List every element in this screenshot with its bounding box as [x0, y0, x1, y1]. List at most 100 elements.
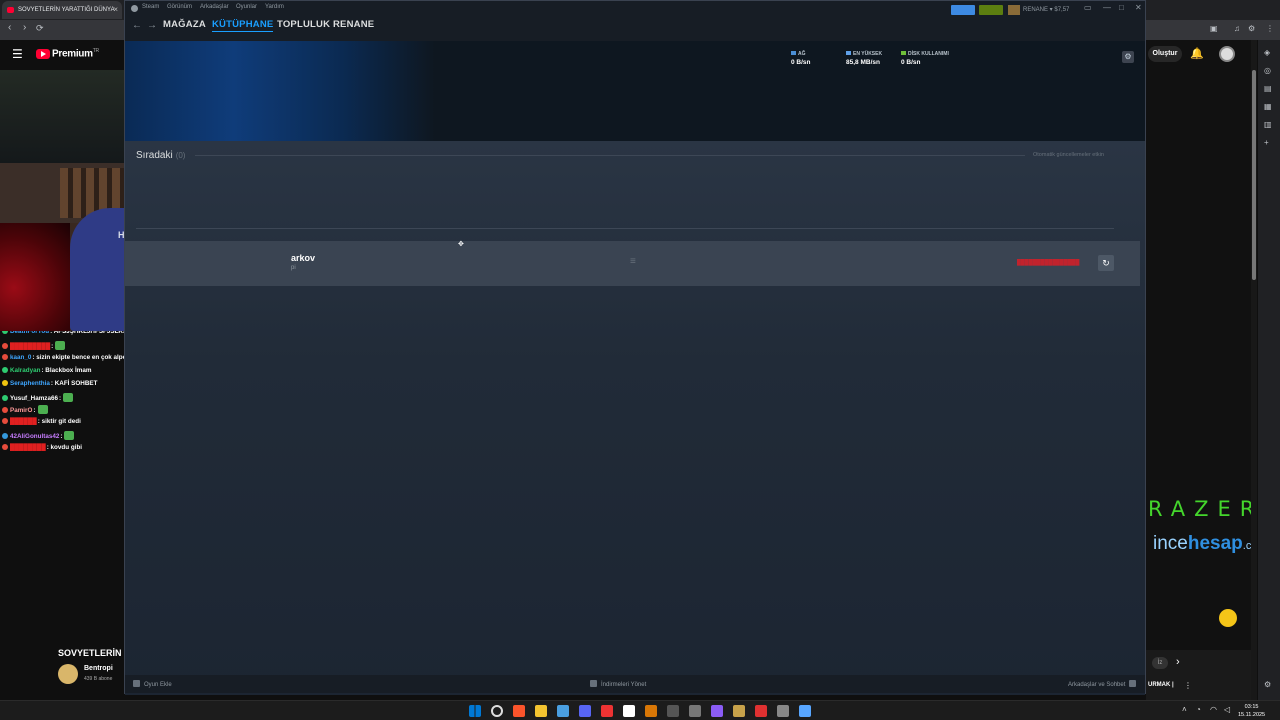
taskbar-app-icon[interactable]: [491, 705, 503, 717]
announcements-button[interactable]: [951, 5, 975, 15]
youtube-logo-icon[interactable]: [36, 49, 50, 59]
menu-view[interactable]: Görünüm: [167, 4, 192, 10]
menu-games[interactable]: Oyunlar: [236, 4, 257, 10]
chat-username[interactable]: Seraphenthia: [10, 380, 50, 387]
sidebar-settings-icon[interactable]: ⚙: [1264, 680, 1271, 689]
browser-menu-icon[interactable]: ⋮: [1266, 24, 1274, 33]
tab-library[interactable]: KÜTÜPHANE: [212, 19, 274, 32]
browser-extension-icon[interactable]: ▣: [1210, 24, 1218, 33]
manage-downloads-button[interactable]: İndirmeleri Yönet: [590, 680, 646, 688]
tray-clock[interactable]: 03:15 15.11.2025: [1238, 703, 1265, 719]
menu-friends[interactable]: Arkadaşlar: [200, 4, 229, 10]
youtube-premium-logo[interactable]: PremiumTR: [52, 48, 99, 59]
chat-username[interactable]: ████████: [10, 444, 46, 451]
notifications-button[interactable]: [979, 5, 1003, 15]
pill-button[interactable]: İz: [1152, 657, 1168, 669]
scrollbar-thumb[interactable]: [1252, 70, 1256, 280]
channel-name[interactable]: Bentropi: [84, 665, 113, 672]
chat-username[interactable]: PamirO: [10, 407, 32, 414]
forward-arrow-icon[interactable]: →: [147, 20, 157, 31]
create-button[interactable]: Oluştur: [1148, 46, 1182, 62]
sidebar-collections-icon[interactable]: ◎: [1264, 66, 1271, 75]
chat-username[interactable]: 42AliGonultas42: [10, 433, 59, 440]
music-icon[interactable]: ♫: [1234, 24, 1240, 33]
taskbar-app-icon[interactable]: [579, 705, 591, 717]
sidebar-notes-icon[interactable]: ▦: [1264, 102, 1272, 111]
restart-download-icon[interactable]: ↻: [1098, 255, 1114, 271]
chat-text: :: [58, 394, 62, 402]
chevron-right-icon[interactable]: ›: [1176, 656, 1180, 668]
chat-username[interactable]: kaan_0: [10, 354, 31, 361]
menu-steam[interactable]: Steam: [142, 4, 159, 10]
chat-message: ██████: siktir git dedi: [2, 418, 81, 425]
close-icon[interactable]: ✕: [1135, 3, 1142, 12]
taskbar-app-icon[interactable]: [535, 705, 547, 717]
taskbar-app-icon[interactable]: [667, 705, 679, 717]
chat-username[interactable]: ██████: [10, 418, 37, 425]
taskbar-app-icon[interactable]: [623, 705, 635, 717]
taskbar-app-icon[interactable]: [755, 705, 767, 717]
razer-sponsor-logo: RAZER: [1148, 497, 1264, 521]
taskbar-app-icon[interactable]: [799, 705, 811, 717]
chat-text: : Blackbox İmam: [41, 366, 92, 374]
steam-titlebar: Steam Görünüm Arkadaşlar Oyunlar Yardım …: [125, 1, 1145, 17]
user-avatar[interactable]: [1219, 46, 1235, 62]
game-title[interactable]: arkov: [291, 253, 315, 263]
windows-taskbar: ˄ ◔ ◠ ◁ 03:15 15.11.2025: [0, 700, 1280, 720]
menu-icon[interactable]: ☰: [12, 47, 23, 61]
drag-handle-icon[interactable]: ≡: [630, 256, 636, 267]
taskbar-app-icon[interactable]: [711, 705, 723, 717]
browser-tab[interactable]: SOVYETLERİN YARATTIĞI DÜNYA ×: [2, 1, 122, 19]
auto-updates-status[interactable]: Otomatik güncellemeler etkin: [1033, 152, 1104, 158]
taskbar-app-icon[interactable]: [557, 705, 569, 717]
big-picture-icon[interactable]: ▭: [1084, 3, 1092, 12]
tray-volume-icon[interactable]: ◁: [1224, 705, 1230, 714]
tray-wifi-icon[interactable]: ◠: [1210, 705, 1217, 714]
chat-username[interactable]: Kalradyan: [10, 367, 40, 374]
download-item-row[interactable]: arkov pi ≡ ████████████████ ↻: [125, 241, 1140, 286]
sidebar-pin-icon[interactable]: ◈: [1264, 48, 1270, 57]
download-settings-gear-icon[interactable]: ⚙: [1122, 51, 1134, 63]
taskbar-app-icon[interactable]: [645, 705, 657, 717]
webcam-red-light: [0, 223, 70, 331]
taskbar-app-icon[interactable]: [777, 705, 789, 717]
tray-chevron-icon[interactable]: ˄: [1182, 705, 1187, 714]
tray-network-icon[interactable]: ◔: [1196, 705, 1201, 714]
menu-help[interactable]: Yardım: [265, 4, 284, 10]
browser-forward-icon[interactable]: ›: [23, 22, 26, 33]
browser-reload-icon[interactable]: ⟳: [36, 23, 44, 34]
steam-window: Steam Görünüm Arkadaşlar Oyunlar Yardım …: [124, 0, 1146, 695]
tab-store[interactable]: MAĞAZA: [163, 19, 206, 30]
tab-profile[interactable]: RENANE: [333, 19, 374, 30]
tab-community[interactable]: TOPLULUK: [277, 19, 330, 30]
sidebar-history-icon[interactable]: ▤: [1264, 84, 1272, 93]
friends-chat-button[interactable]: Arkadaşlar ve Sohbet: [1068, 680, 1137, 688]
account-menu[interactable]: RENANE ▾ $7,57: [1023, 6, 1069, 13]
page-scrollbar[interactable]: [1251, 40, 1257, 700]
chat-message: █████████:: [2, 340, 66, 350]
account-avatar[interactable]: [1008, 5, 1020, 15]
minimize-icon[interactable]: —: [1103, 3, 1111, 12]
channel-subscribers: 439 B abone: [84, 676, 113, 682]
taskbar-app-icon[interactable]: [601, 705, 613, 717]
chat-username[interactable]: █████████: [10, 343, 50, 350]
back-arrow-icon[interactable]: ←: [132, 20, 142, 31]
taskbar-app-icon[interactable]: [513, 705, 525, 717]
settings-icon[interactable]: ⚙: [1248, 24, 1255, 33]
maximize-icon[interactable]: □: [1119, 3, 1124, 12]
browser-back-icon[interactable]: ‹: [8, 22, 11, 33]
taskbar-app-icon[interactable]: [689, 705, 701, 717]
add-game-button[interactable]: Oyun Ekle: [133, 680, 172, 688]
sidebar-tools-icon[interactable]: ▥: [1264, 120, 1272, 129]
chat-username[interactable]: Yusuf_Hamza66: [10, 395, 58, 402]
sidebar-add-icon[interactable]: +: [1264, 138, 1269, 147]
channel-avatar[interactable]: [58, 664, 78, 684]
close-tab-icon[interactable]: ×: [113, 1, 118, 19]
taskbar-app-icon[interactable]: [469, 705, 481, 717]
video-background: [0, 70, 124, 165]
youtube-header: ☰ PremiumTR: [0, 40, 124, 70]
more-options-icon[interactable]: ⋮: [1184, 681, 1192, 690]
notification-bell-icon[interactable]: 🔔: [1190, 47, 1204, 60]
taskbar-app-icon[interactable]: [733, 705, 745, 717]
chat-badge-icon: [2, 366, 8, 373]
